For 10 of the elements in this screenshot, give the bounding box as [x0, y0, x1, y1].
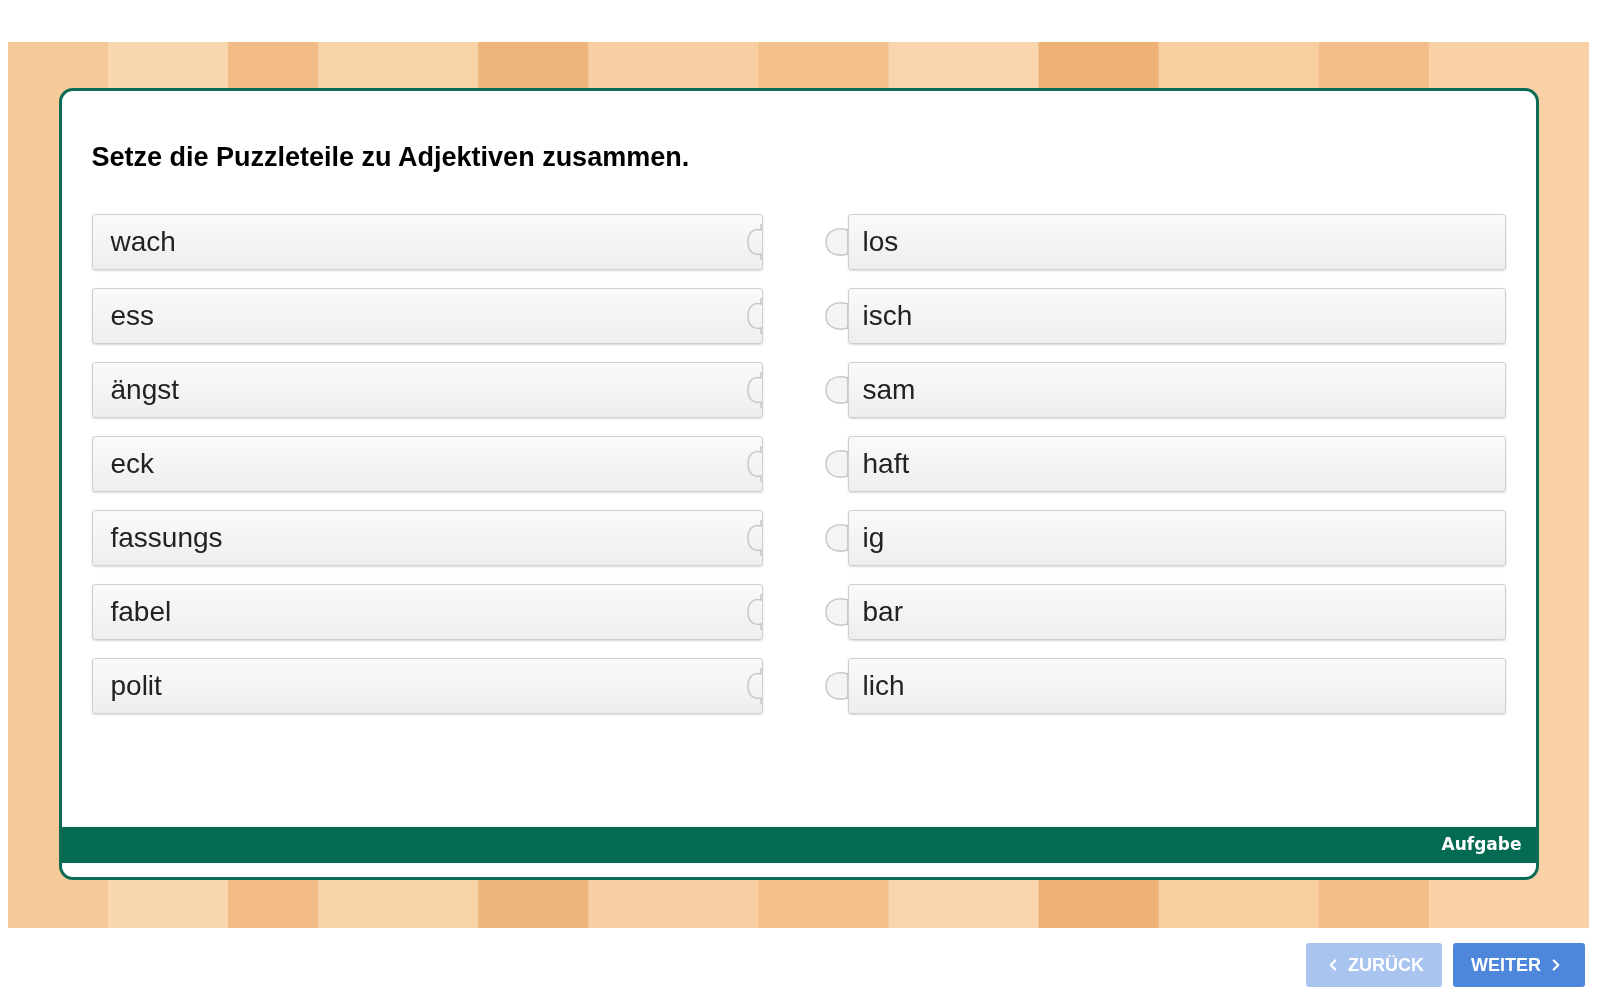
- puzzle-piece[interactable]: wach: [91, 213, 763, 270]
- puzzle-piece[interactable]: polit: [91, 657, 763, 714]
- puzzle-piece[interactable]: eck: [91, 435, 763, 492]
- puzzle-piece[interactable]: ess: [91, 287, 763, 344]
- instruction-text: Setze die Puzzleteile zu Adjektiven zusammen.: [91, 141, 691, 174]
- puzzle-piece[interactable]: fassungs: [91, 509, 763, 566]
- footer-label: Aufgabe: [1441, 833, 1522, 857]
- puzzle-piece[interactable]: fabel: [91, 583, 763, 640]
- next-button[interactable]: WEITER: [1453, 943, 1585, 987]
- puzzle-piece[interactable]: ängst: [91, 361, 763, 418]
